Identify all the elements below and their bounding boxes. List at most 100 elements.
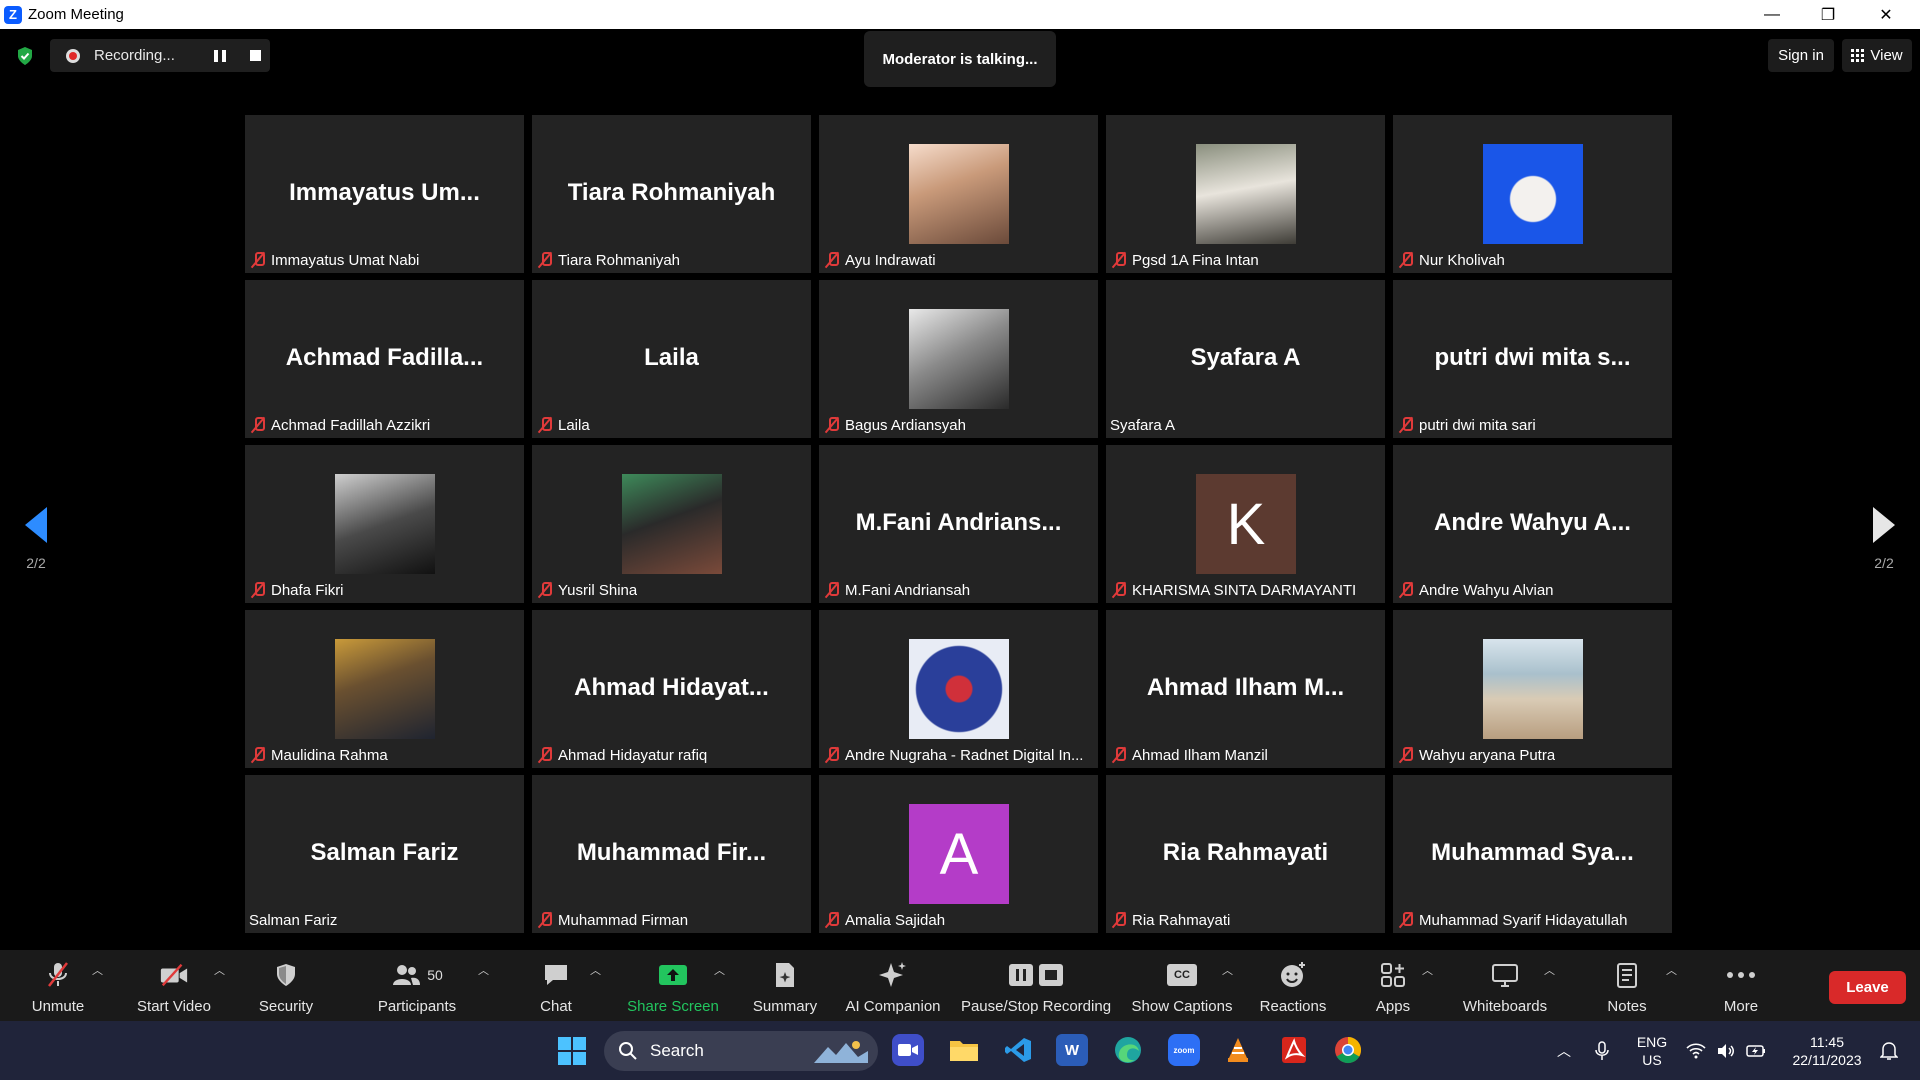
apps-button[interactable]: Apps <box>1368 950 1418 1021</box>
pause-recording-button[interactable] <box>214 50 226 62</box>
participant-tile[interactable]: Laila Laila <box>532 280 811 438</box>
battery-icon[interactable] <box>1744 1021 1768 1080</box>
participant-tile[interactable]: Yusril Shina <box>532 445 811 603</box>
participant-name-label: Andre Wahyu Alvian <box>1397 579 1554 601</box>
participant-tile[interactable]: putri dwi mita s... putri dwi mita sari <box>1393 280 1672 438</box>
participant-photo <box>1483 639 1583 739</box>
window-title: Zoom Meeting <box>28 6 124 23</box>
chat-button[interactable]: Chat <box>530 950 582 1021</box>
participant-tile[interactable]: Tiara Rohmaniyah Tiara Rohmaniyah <box>532 115 811 273</box>
muted-microphone-icon <box>536 581 554 599</box>
participant-tile[interactable]: Ayu Indrawati <box>819 115 1098 273</box>
notes-button[interactable]: Notes <box>1600 950 1654 1021</box>
participant-tile[interactable]: M.Fani Andrians... M.Fani Andriansah <box>819 445 1098 603</box>
participant-tile[interactable]: Andre Nugraha - Radnet Digital In... <box>819 610 1098 768</box>
participant-tile[interactable]: Achmad Fadilla... Achmad Fadillah Azzikri <box>245 280 524 438</box>
participant-tile[interactable]: Nur Kholivah <box>1393 115 1672 273</box>
participant-tile[interactable]: Muhammad Fir... Muhammad Firman <box>532 775 811 933</box>
next-page-button[interactable]: 2/2 <box>1862 499 1906 609</box>
summary-label: Summary <box>752 998 818 1015</box>
whiteboards-options-chevron-icon[interactable]: ︿ <box>1544 962 1555 977</box>
encryption-shield-icon[interactable] <box>12 43 38 69</box>
summary-button[interactable]: Summary <box>748 950 822 1021</box>
participant-tile[interactable]: Pgsd 1A Fina Intan <box>1106 115 1385 273</box>
muted-microphone-icon <box>823 251 841 269</box>
notes-options-chevron-icon[interactable]: ︿ <box>1666 962 1677 977</box>
teams-meet-icon[interactable] <box>892 1034 924 1066</box>
participant-tile[interactable]: Ria Rahmayati Ria Rahmayati <box>1106 775 1385 933</box>
participants-button[interactable]: 50 Participants <box>374 950 460 1021</box>
whiteboards-label: Whiteboards <box>1462 998 1548 1015</box>
taskbar-search-box[interactable]: Search <box>604 1031 878 1071</box>
stop-recording-button[interactable] <box>250 50 261 61</box>
participant-tile[interactable]: Salman Fariz Salman Fariz <box>245 775 524 933</box>
edge-browser-icon[interactable] <box>1112 1034 1144 1066</box>
view-button[interactable]: View <box>1842 39 1912 72</box>
vscode-icon[interactable] <box>1002 1034 1034 1066</box>
participant-tile[interactable]: K KHARISMA SINTA DARMAYANTI <box>1106 445 1385 603</box>
ai-companion-button[interactable]: AI Companion <box>842 950 944 1021</box>
clock[interactable]: 11:45 22/11/2023 <box>1780 1021 1874 1080</box>
apps-label: Apps <box>1375 998 1411 1015</box>
captions-options-chevron-icon[interactable]: ︿ <box>1222 962 1233 977</box>
show-captions-button[interactable]: CC Show Captions <box>1132 950 1232 1021</box>
participant-tile[interactable]: Immayatus Um... Immayatus Umat Nabi <box>245 115 524 273</box>
arrow-left-icon <box>25 507 47 543</box>
pause-stop-recording-label: Pause/Stop Recording <box>960 998 1112 1015</box>
share-options-chevron-icon[interactable]: ︿ <box>714 962 725 977</box>
participant-tile[interactable]: Syafara A Syafara A <box>1106 280 1385 438</box>
language-indicator[interactable]: ENG US <box>1630 1021 1674 1080</box>
participant-name: Nur Kholivah <box>1419 251 1505 269</box>
wifi-icon[interactable] <box>1684 1021 1708 1080</box>
participant-tile[interactable]: Ahmad Hidayat... Ahmad Hidayatur rafiq <box>532 610 811 768</box>
participants-options-chevron-icon[interactable]: ︿ <box>478 962 489 977</box>
restore-button[interactable]: ❐ <box>1800 0 1856 29</box>
shield-icon <box>271 960 301 990</box>
minimize-button[interactable]: — <box>1744 0 1800 29</box>
pause-stop-recording-button[interactable]: Pause/Stop Recording <box>960 950 1112 1021</box>
participant-tile[interactable]: Muhammad Sya... Muhammad Syarif Hidayatul… <box>1393 775 1672 933</box>
whiteboards-button[interactable]: Whiteboards <box>1456 950 1554 1021</box>
participant-tile[interactable]: Andre Wahyu A... Andre Wahyu Alvian <box>1393 445 1672 603</box>
participant-name-label: putri dwi mita sari <box>1397 414 1536 436</box>
notes-label: Notes <box>1607 998 1647 1015</box>
chrome-icon[interactable] <box>1332 1034 1364 1066</box>
acrobat-icon[interactable] <box>1278 1034 1310 1066</box>
participant-tile[interactable]: Dhafa Fikri <box>245 445 524 603</box>
start-video-button[interactable]: Start Video <box>132 950 216 1021</box>
reactions-button[interactable]: Reactions <box>1256 950 1330 1021</box>
video-options-chevron-icon[interactable]: ︿ <box>214 962 225 977</box>
apps-options-chevron-icon[interactable]: ︿ <box>1422 962 1433 977</box>
participant-photo <box>335 474 435 574</box>
muted-microphone-icon <box>1397 911 1415 929</box>
zoom-app-icon[interactable]: zoom <box>1168 1034 1200 1066</box>
participant-name: Andre Wahyu Alvian <box>1419 581 1554 599</box>
audio-options-chevron-icon[interactable]: ︿ <box>92 962 103 977</box>
show-hidden-icons-chevron-icon[interactable]: ︿ <box>1554 1021 1574 1080</box>
sign-in-button[interactable]: Sign in <box>1768 39 1834 72</box>
participant-tile[interactable]: Wahyu aryana Putra <box>1393 610 1672 768</box>
previous-page-button[interactable]: 2/2 <box>14 499 58 609</box>
vlc-icon[interactable] <box>1222 1034 1254 1066</box>
participant-tile[interactable]: A Amalia Sajidah <box>819 775 1098 933</box>
participant-tile[interactable]: Maulidina Rahma <box>245 610 524 768</box>
notifications-bell-icon[interactable] <box>1874 1021 1904 1080</box>
volume-icon[interactable] <box>1714 1021 1738 1080</box>
windows-start-icon[interactable] <box>556 1035 588 1067</box>
participant-tile[interactable]: Ahmad Ilham M... Ahmad Ilham Manzil <box>1106 610 1385 768</box>
more-button[interactable]: More <box>1714 950 1768 1021</box>
leave-button[interactable]: Leave <box>1829 971 1906 1004</box>
file-explorer-icon[interactable] <box>948 1034 980 1066</box>
security-button[interactable]: Security <box>250 950 322 1021</box>
microphone-icon[interactable] <box>1590 1021 1614 1080</box>
unmute-button[interactable]: Unmute <box>22 950 94 1021</box>
language-code: ENG <box>1636 1033 1668 1050</box>
muted-microphone-icon <box>1397 746 1415 764</box>
sparkle-icon <box>878 960 908 990</box>
word-icon[interactable]: W <box>1056 1034 1088 1066</box>
share-screen-button[interactable]: Share Screen <box>624 950 722 1021</box>
participant-tile[interactable]: Bagus Ardiansyah <box>819 280 1098 438</box>
participant-name-label: Nur Kholivah <box>1397 249 1505 271</box>
chat-options-chevron-icon[interactable]: ︿ <box>590 962 601 977</box>
close-button[interactable]: ✕ <box>1858 0 1914 29</box>
